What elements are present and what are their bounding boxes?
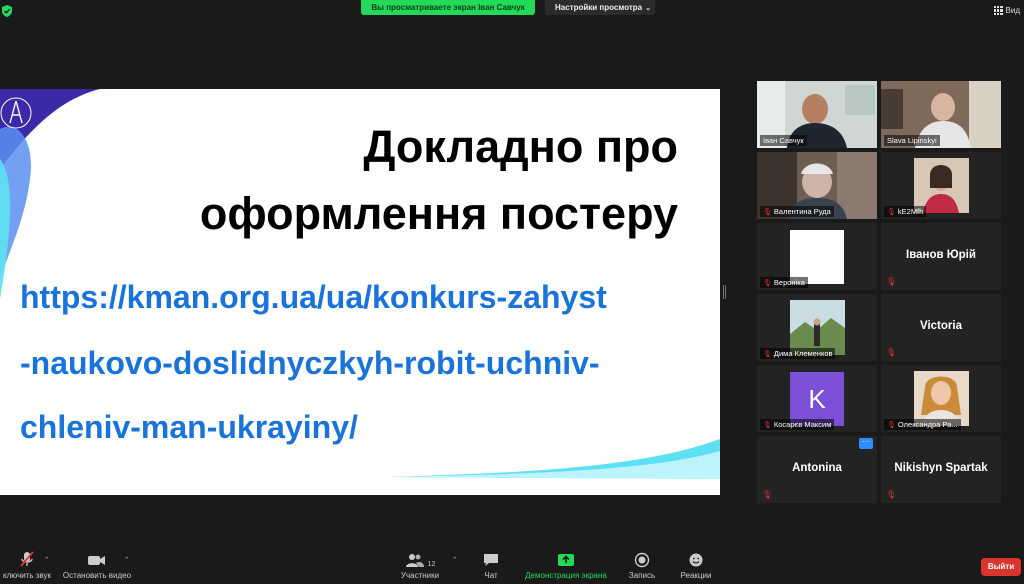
- leave-meeting-button[interactable]: Выйти: [981, 558, 1021, 576]
- participant-name: Дима Клеменков: [773, 349, 833, 358]
- video-options-caret[interactable]: ⌃: [124, 556, 130, 564]
- participant-name-tag: 🎙 Дима Клеменков: [760, 348, 836, 359]
- reactions-button[interactable]: Реакции: [676, 548, 716, 584]
- participant-avatar: [790, 230, 844, 284]
- view-options-label: Настройки просмотра: [555, 3, 643, 12]
- slide-logo-decoration: [0, 89, 100, 299]
- chat-icon: [484, 554, 498, 566]
- mic-muted-icon: 🎙: [763, 421, 772, 429]
- unmute-button[interactable]: ключить звук: [0, 548, 54, 584]
- participant-name: Вероніка: [773, 278, 805, 287]
- participant-name: Antonina: [792, 462, 842, 474]
- mic-muted-icon: 🎙: [886, 490, 897, 499]
- participant-name-tag: 🎙 kE2Mfh: [884, 206, 927, 217]
- participants-button[interactable]: 12 Участники: [396, 548, 444, 584]
- participant-name-tag: 🎙 Косарєв Максим: [760, 419, 835, 430]
- participant-tile[interactable]: 🎙 Олександра Ра...: [881, 365, 1001, 432]
- slide-title-line: Докладно про: [363, 121, 678, 172]
- participant-tile[interactable]: 🎙 Валентина Руда: [757, 152, 877, 219]
- meeting-toolbar: ключить звук ⌃ Остановить видео ⌃ 12 Уча…: [0, 548, 1024, 584]
- mic-muted-icon: 🎙: [763, 279, 772, 287]
- participants-options-caret[interactable]: ⌃: [452, 556, 458, 564]
- view-label: Вид: [1005, 6, 1020, 15]
- participant-tile[interactable]: Іванов Юрій 🎙: [881, 223, 1001, 290]
- share-screen-button[interactable]: Демонстрация экрана: [520, 548, 612, 584]
- participants-icon: [405, 554, 424, 567]
- participant-name: Іванов Юрій: [906, 249, 976, 261]
- participant-name-tag: 🎙 Олександра Ра...: [884, 419, 961, 430]
- slide-swoosh-decoration: [390, 439, 720, 479]
- reactions-label: Реакции: [680, 571, 712, 580]
- participant-tile[interactable]: Nikishyn Spartak 🎙: [881, 436, 1001, 503]
- encryption-shield-icon[interactable]: [0, 4, 14, 18]
- audio-options-caret[interactable]: ⌃: [44, 556, 50, 564]
- view-button[interactable]: Вид: [993, 6, 1020, 15]
- participant-name-tag: 🎙 Валентина Руда: [760, 206, 834, 217]
- participant-tile[interactable]: 🎙 kE2Mfh: [881, 152, 1001, 219]
- participant-tile[interactable]: Victoria 🎙: [881, 294, 1001, 361]
- participant-name: Nikishyn Spartak: [894, 462, 988, 474]
- share-screen-label: Демонстрация экрана: [525, 571, 607, 580]
- participant-name-tag: 🎙 Вероніка: [760, 277, 808, 288]
- participant-name-tag: Slava Lipinskyi: [884, 135, 940, 146]
- chat-label: Чат: [484, 571, 498, 580]
- slide-title-line: оформлення постеру: [199, 188, 678, 239]
- participant-name: Іван Савчук: [763, 136, 804, 145]
- participant-name: Валентина Руда: [773, 207, 831, 216]
- chevron-down-icon: ⌄: [645, 5, 652, 12]
- participants-count: 12: [427, 561, 436, 568]
- record-icon: [634, 552, 650, 568]
- slide-link-text: chleniv-man-ukrayiny/: [20, 409, 358, 445]
- participant-name: Косарєв Максим: [773, 420, 832, 429]
- record-button[interactable]: Запись: [624, 548, 660, 584]
- screen-share-banner: Вы просматриваете экран Іван Савчук: [361, 0, 535, 15]
- mic-muted-icon: 🎙: [887, 208, 896, 216]
- chat-button[interactable]: Чат: [476, 548, 506, 584]
- participant-tile[interactable]: 🎙 Вероніка: [757, 223, 877, 290]
- mic-muted-icon: 🎙: [887, 421, 896, 429]
- participant-name: Slava Lipinskyi: [887, 136, 937, 145]
- stop-video-button[interactable]: Остановить видео: [60, 548, 134, 584]
- record-label: Запись: [628, 571, 656, 580]
- participant-name: kE2Mfh: [897, 207, 924, 216]
- mic-muted-icon: 🎙: [886, 277, 897, 286]
- participant-tile[interactable]: Іван Савчук: [757, 81, 877, 148]
- participant-tile[interactable]: Slava Lipinskyi: [881, 81, 1001, 148]
- participant-tile[interactable]: Antonina 🎙 ···: [757, 436, 877, 503]
- shared-screen-slide: Докладно про оформлення постеру https://…: [0, 89, 720, 495]
- participant-tile[interactable]: 🎙 Дима Клеменков: [757, 294, 877, 361]
- participants-label: Участники: [400, 571, 440, 580]
- mic-muted-icon: 🎙: [886, 348, 897, 357]
- grid-view-icon: [993, 6, 1003, 15]
- gallery-resize-handle[interactable]: [723, 285, 726, 299]
- share-screen-icon: [558, 554, 574, 566]
- stop-video-label: Остановить видео: [62, 571, 132, 580]
- mic-muted-icon: 🎙: [763, 350, 772, 358]
- more-options-button[interactable]: ···: [859, 438, 873, 449]
- mic-muted-icon: [20, 551, 34, 567]
- unmute-label: ключить звук: [2, 571, 51, 580]
- participant-name: Victoria: [920, 320, 962, 332]
- video-camera-icon: [88, 556, 105, 565]
- participant-name-tag: Іван Савчук: [760, 135, 807, 146]
- mic-muted-icon: 🎙: [762, 490, 773, 499]
- reactions-smiley-icon: [689, 553, 703, 567]
- slide-link-text: https://kman.org.ua/ua/konkurs-zahyst: [20, 279, 607, 315]
- view-options-menu[interactable]: Настройки просмотра ⌄: [545, 0, 655, 15]
- slide-link-text: -naukovo-doslidnyczkyh-robit-uchniv-: [20, 345, 600, 381]
- slide-title: Докладно про оформлення постеру: [118, 113, 678, 247]
- mic-muted-icon: 🎙: [763, 208, 772, 216]
- participant-tile[interactable]: K 🎙 Косарєв Максим: [757, 365, 877, 432]
- participant-avatar: K: [790, 372, 844, 426]
- participant-name: Олександра Ра...: [897, 420, 958, 429]
